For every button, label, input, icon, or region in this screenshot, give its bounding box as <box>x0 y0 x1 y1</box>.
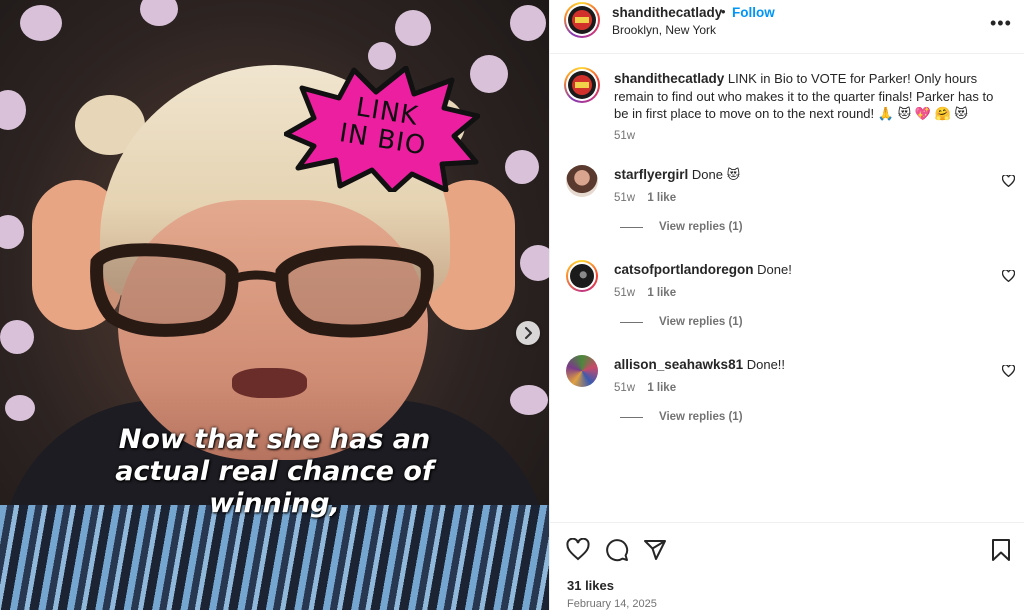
logo-icon <box>572 10 592 30</box>
polka-dot <box>0 320 34 354</box>
polka-dot <box>395 10 431 46</box>
view-replies-label: View replies (1) <box>659 221 743 233</box>
view-replies-label: View replies (1) <box>659 411 743 423</box>
post-date[interactable]: February 14, 2025 <box>567 598 657 610</box>
polka-dot <box>5 395 35 421</box>
comment-time[interactable]: 51w <box>614 382 635 394</box>
mouth <box>232 368 307 398</box>
comment-likes[interactable]: 1 like <box>647 287 676 299</box>
post-actions: 31 likes February 14, 2025 <box>550 522 1024 610</box>
view-replies-label: View replies (1) <box>659 316 743 328</box>
comment-icon[interactable] <box>605 538 629 562</box>
video-caption-line-3: winning, <box>209 488 340 519</box>
comment-time[interactable]: 51w <box>614 192 635 204</box>
post-location[interactable]: Brooklyn, New York <box>612 23 716 37</box>
polka-dot <box>0 215 24 249</box>
follow-button[interactable]: Follow <box>732 5 775 20</box>
save-bookmark-icon[interactable] <box>990 538 1012 562</box>
post-header: shandithecatlady • Follow Brooklyn, New … <box>550 0 1024 54</box>
commenter-avatar[interactable] <box>566 260 598 292</box>
next-media-button[interactable] <box>516 321 540 345</box>
glasses <box>90 243 434 338</box>
comment-username[interactable]: allison_seahawks81 <box>614 357 743 372</box>
post-caption: shandithecatlady LINK in Bio to VOTE for… <box>614 70 999 145</box>
like-heart-icon[interactable] <box>566 538 590 562</box>
author-username[interactable]: shandithecatlady <box>612 5 722 20</box>
comment-username[interactable]: catsofportlandoregon <box>614 262 754 277</box>
video-caption-line-1: Now that she has an <box>118 424 431 455</box>
shirt-print <box>0 505 549 610</box>
polka-dot <box>510 5 546 41</box>
author-avatar[interactable] <box>564 2 600 38</box>
polka-dot <box>505 150 539 184</box>
polka-dot <box>20 5 62 41</box>
heart-icon[interactable] <box>1002 365 1015 377</box>
video-caption-line-2: actual real chance of <box>115 456 434 487</box>
heart-icon[interactable] <box>1002 270 1015 282</box>
polka-dot <box>510 385 548 415</box>
view-replies-button[interactable]: View replies (1) <box>620 411 743 423</box>
polka-dot <box>520 245 549 281</box>
comment-text: Done!! <box>746 357 786 372</box>
comment-likes[interactable]: 1 like <box>647 192 676 204</box>
view-replies-button[interactable]: View replies (1) <box>620 316 743 328</box>
view-replies-button[interactable]: View replies (1) <box>620 221 743 233</box>
video-caption: Now that she has an actual real chance o… <box>0 424 549 520</box>
commenter-avatar[interactable] <box>566 355 598 387</box>
like-count[interactable]: 31 likes <box>567 578 614 593</box>
logo-icon <box>572 75 592 95</box>
chevron-right-icon <box>525 327 532 339</box>
post-details-panel: shandithecatlady • Follow Brooklyn, New … <box>549 0 1024 610</box>
polka-dot <box>0 90 26 130</box>
comment-likes[interactable]: 1 like <box>647 382 676 394</box>
commenter-avatar[interactable] <box>566 165 598 197</box>
caption-username[interactable]: shandithecatlady <box>614 71 724 86</box>
comment-username[interactable]: starflyergirl <box>614 167 688 182</box>
post-media[interactable]: LINK IN BIO Now that she has an actual r… <box>0 0 549 610</box>
caption-time[interactable]: 51w <box>614 128 999 146</box>
more-options-icon[interactable]: ••• <box>990 13 1012 34</box>
comment-text: Done 😻 <box>691 167 741 182</box>
caption-author-avatar[interactable] <box>564 67 600 103</box>
comment-time[interactable]: 51w <box>614 287 635 299</box>
heart-icon[interactable] <box>1002 175 1015 187</box>
comment-text: Done! <box>757 262 792 277</box>
polka-dot <box>140 0 178 26</box>
separator-dot: • <box>721 4 726 19</box>
share-icon[interactable] <box>643 538 667 562</box>
